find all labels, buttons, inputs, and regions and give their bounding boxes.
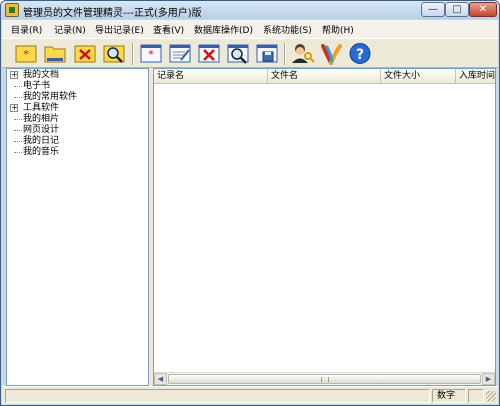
menu-record[interactable]: 记录(N) [54,23,86,36]
tree-connector [14,141,22,142]
delete-record-button[interactable] [196,41,222,66]
about-button[interactable] [318,41,344,66]
close-button[interactable]: ✕ [469,2,497,17]
new-record-icon: * [140,44,162,63]
minimize-button[interactable]: — [421,2,445,17]
toolbar-separator [284,43,286,65]
tree-item-label: 我的文档 [23,70,60,80]
search-folder-icon [103,45,125,63]
minimize-icon: — [428,4,438,15]
app-window: 管理员的文件管理精灵---正式(多用户)版 — □ ✕ 目录(R) 记录(N) … [0,0,500,406]
status-pane-message [5,389,430,403]
folder-icon [44,46,66,63]
open-directory-button[interactable] [42,41,68,66]
status-pane-extra [468,389,484,403]
tree-connector [14,152,22,153]
new-record-button[interactable]: * [138,41,164,66]
svg-text:*: * [148,48,154,61]
app-icon [5,3,19,17]
menu-view[interactable]: 查看(V) [153,23,184,36]
scroll-right-button[interactable]: ▶ [482,373,495,385]
scroll-left-button[interactable]: ◀ [154,373,167,385]
close-icon: ✕ [478,4,488,15]
tree-connector [14,97,22,98]
delete-directory-button[interactable] [72,41,98,66]
maximize-button[interactable]: □ [445,2,469,17]
horizontal-scrollbar[interactable]: ◀ ▶ [154,372,495,385]
save-record-button[interactable] [254,41,280,66]
tree-connector [14,119,22,120]
users-key-icon [292,44,315,63]
svg-text:*: * [23,48,29,61]
delete-record-icon [198,44,220,63]
new-folder-star-icon: * [15,45,37,63]
save-record-icon [256,44,278,63]
tree-connector [14,130,22,131]
scroll-thumb[interactable] [168,374,481,384]
search-record-icon [227,44,249,64]
search-record-button[interactable] [225,41,251,66]
menu-directory[interactable]: 目录(R) [11,23,42,36]
tree-item-label: 我的相片 [23,114,60,124]
tree-connector [14,86,22,87]
new-directory-button[interactable]: * [13,41,39,66]
help-icon: ? [349,43,371,64]
column-header-file-size[interactable]: 文件大小 [381,69,456,84]
svg-text:?: ? [356,47,364,63]
menu-system[interactable]: 系统功能(S) [263,23,312,36]
column-header-record-name[interactable]: 记录名 [154,69,268,84]
toolbar-separator [132,43,134,65]
column-header-file-name[interactable]: 文件名 [268,69,381,84]
tree-item-label: 我的日记 [23,136,60,146]
search-directory-button[interactable] [101,41,127,66]
resize-grip[interactable] [486,391,496,401]
title-bar[interactable]: 管理员的文件管理精灵---正式(多用户)版 — □ ✕ [1,1,499,19]
menu-database[interactable]: 数据库操作(D) [194,23,253,36]
tree-item-label: 电子书 [23,81,51,91]
client-area: + 我的文档 电子书 我的常用软件 + 工具软件 我的相片 网页设计 我的日记 … [6,68,496,386]
help-button[interactable]: ? [347,41,373,66]
tree-item-label: 我的常用软件 [23,92,78,102]
maximize-icon: □ [452,4,462,15]
app-logo-icon [321,44,342,65]
edit-record-button[interactable] [167,41,193,66]
tree-item-label: 工具软件 [23,103,60,113]
edit-record-icon [169,44,191,63]
list-header: 记录名 文件名 文件大小 入库时间 [154,69,495,84]
status-bar: 数字 [2,386,498,404]
delete-folder-icon [74,45,96,63]
arrow-right-icon: ▶ [485,375,492,383]
directory-tree[interactable]: + 我的文档 电子书 我的常用软件 + 工具软件 我的相片 网页设计 我的日记 … [6,68,149,386]
tree-item-label: 网页设计 [23,125,60,135]
scroll-grip [321,377,329,382]
tree-item-label: 我的音乐 [23,147,60,157]
menu-help[interactable]: 帮助(H) [322,23,354,36]
numlock-indicator: 数字 [437,391,456,401]
user-management-button[interactable] [289,41,315,66]
menu-export-records[interactable]: 导出记录(E) [95,23,144,36]
record-list[interactable]: 记录名 文件名 文件大小 入库时间 ◀ ▶ [153,68,496,386]
window-title: 管理员的文件管理精灵---正式(多用户)版 [23,8,202,19]
arrow-left-icon: ◀ [157,375,164,383]
status-pane-numlock: 数字 [432,389,466,403]
menu-bar: 目录(R) 记录(N) 导出记录(E) 查看(V) 数据库操作(D) 系统功能(… [2,20,498,38]
toolbar: * * ? [2,38,498,68]
expand-icon[interactable]: + [10,71,18,79]
column-header-import-time[interactable]: 入库时间 [456,69,495,84]
expand-icon[interactable]: + [10,104,18,112]
